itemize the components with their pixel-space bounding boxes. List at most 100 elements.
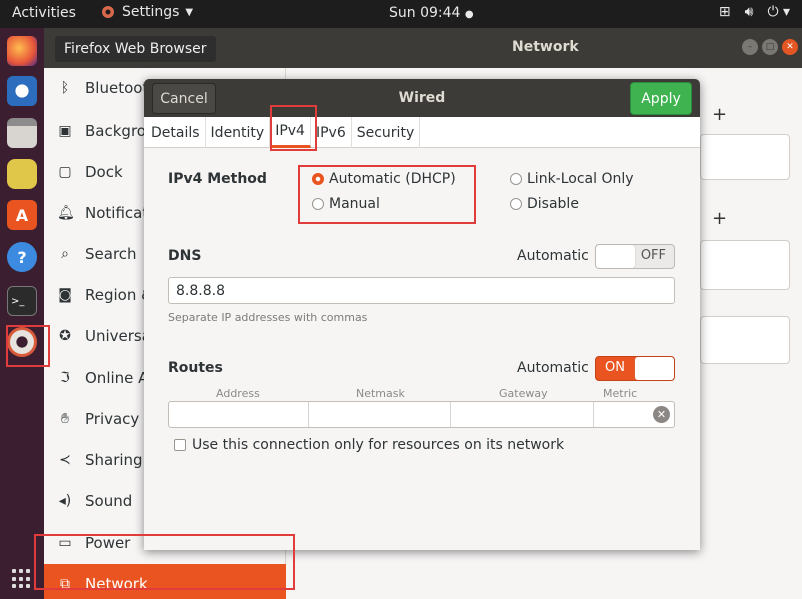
dock: A ? >_ — [0, 28, 44, 599]
add-vpn-icon[interactable]: + — [712, 208, 727, 229]
volume-icon: 🔊︎ — [744, 4, 754, 20]
route-netmask-input[interactable] — [309, 402, 451, 427]
sidebar-item-label: Power — [85, 534, 131, 552]
settings-icon[interactable] — [7, 327, 37, 357]
apply-button[interactable]: Apply — [630, 82, 692, 115]
dns-input[interactable]: 8.8.8.8 — [168, 277, 675, 304]
minimize-icon[interactable]: – — [742, 39, 758, 55]
files-icon[interactable] — [7, 118, 37, 148]
wired-dialog: Cancel Wired Apply Details Identity IPv4… — [144, 79, 700, 550]
software-icon[interactable]: A — [7, 200, 37, 230]
maximize-icon[interactable]: □ — [762, 39, 778, 55]
column-header-gateway: Gateway — [499, 387, 548, 400]
radio-link-local-only[interactable]: Link-Local Only — [510, 171, 634, 187]
dock-icon: ▢ — [58, 164, 72, 180]
clock[interactable]: Sun 09:44 ● — [389, 5, 474, 21]
notification-dot-icon: ● — [464, 9, 474, 20]
route-metric-input[interactable] — [594, 402, 649, 427]
sidebar-item-label: Dock — [85, 163, 123, 181]
power-icon: ⏻ ▾ — [767, 4, 790, 20]
dns-label: DNS — [168, 248, 202, 264]
settings-title: Network — [512, 39, 579, 55]
tab-ipv4[interactable]: IPv4 — [270, 117, 311, 148]
column-header-address: Address — [216, 387, 260, 400]
checkbox-label: Use this connection only for resources o… — [192, 437, 565, 453]
delete-route-icon[interactable]: ✕ — [653, 406, 670, 423]
sound-icon: ◂) — [58, 493, 72, 509]
routes-label: Routes — [168, 360, 223, 376]
toggle-knob — [635, 357, 674, 380]
app-menu-label: Settings — [122, 4, 180, 20]
sidebar-item-label: Network — [85, 575, 148, 593]
sidebar-item-label: Notificat — [85, 204, 149, 222]
close-icon[interactable]: ✕ — [782, 39, 798, 55]
dns-hint: Separate IP addresses with commas — [168, 311, 368, 324]
vpn-card[interactable] — [700, 240, 790, 290]
routes-automatic-toggle[interactable]: ON — [595, 356, 675, 381]
share-icon: ≺ — [59, 452, 71, 468]
radio-unselected-icon — [510, 198, 522, 210]
chevron-down-icon: ▼ — [185, 6, 194, 18]
radio-disable[interactable]: Disable — [510, 196, 579, 212]
radio-selected-icon — [312, 173, 324, 185]
sidebar-item-label: Universa — [85, 327, 151, 345]
power-icon: ▭ — [58, 535, 72, 551]
sidebar-item-label: Sound — [85, 492, 133, 510]
checkbox-icon — [174, 439, 186, 451]
radio-label: Manual — [329, 196, 380, 212]
bluetooth-icon: ᛒ — [60, 80, 70, 96]
tab-ipv6[interactable]: IPv6 — [311, 117, 352, 148]
app-menu[interactable]: Settings ▼ — [100, 4, 193, 20]
tab-security[interactable]: Security — [352, 117, 421, 148]
radio-automatic-dhcp[interactable]: Automatic (DHCP) — [312, 171, 456, 187]
dialog-header: Cancel Wired Apply — [144, 79, 700, 117]
tab-identity[interactable]: Identity — [206, 117, 271, 148]
ipv4-method-label: IPv4 Method — [168, 171, 267, 187]
route-address-input[interactable] — [169, 402, 309, 427]
tab-details[interactable]: Details — [146, 117, 206, 148]
settings-gear-icon — [102, 6, 114, 18]
dock-tooltip: Firefox Web Browser — [55, 36, 216, 62]
privacy-icon: ✋︎ — [61, 411, 69, 427]
sidebar-item-label: Privacy — [85, 410, 140, 428]
search-icon: ⌕ — [61, 246, 69, 262]
connection-card[interactable] — [700, 134, 790, 180]
toggle-state: ON — [605, 360, 625, 375]
toggle-state: OFF — [640, 248, 666, 263]
radio-label: Link-Local Only — [527, 171, 634, 187]
column-header-netmask: Netmask — [356, 387, 405, 400]
radio-unselected-icon — [510, 173, 522, 185]
thunderbird-icon[interactable] — [7, 76, 37, 106]
window-controls: – □ ✕ — [742, 39, 798, 55]
network-icon: ⧉ — [60, 576, 70, 592]
background-icon: ▣ — [58, 123, 72, 139]
firefox-icon[interactable] — [7, 36, 37, 66]
activities-button[interactable]: Activities — [12, 5, 76, 21]
sidebar-item-network[interactable]: ⧉ Network — [44, 564, 286, 599]
bell-icon: 🔔︎ — [57, 205, 75, 221]
region-icon: ◙ — [58, 287, 72, 303]
radio-manual[interactable]: Manual — [312, 196, 380, 212]
dns-automatic-toggle[interactable]: OFF — [595, 244, 675, 269]
clock-text: Sun 09:44 — [389, 5, 461, 21]
only-local-checkbox[interactable]: Use this connection only for resources o… — [174, 437, 564, 453]
route-gateway-input[interactable] — [451, 402, 594, 427]
system-tray[interactable]: ⊞ 🔊︎ ⏻ ▾ — [719, 4, 790, 20]
top-bar: Activities Settings ▼ Sun 09:44 ● ⊞ 🔊︎ ⏻… — [0, 0, 802, 28]
routes-automatic-label: Automatic — [517, 360, 589, 376]
sidebar-item-label: Region & — [85, 286, 153, 304]
radio-label: Automatic (DHCP) — [329, 171, 456, 187]
proxy-card[interactable] — [700, 316, 790, 364]
show-applications-icon[interactable] — [12, 569, 32, 589]
sidebar-item-label: Search — [85, 245, 137, 263]
dialog-title: Wired — [398, 90, 446, 106]
radio-label: Disable — [527, 196, 579, 212]
radio-unselected-icon — [312, 198, 324, 210]
help-icon[interactable]: ? — [7, 242, 37, 272]
routes-row — [168, 401, 675, 428]
column-header-metric: Metric — [603, 387, 638, 400]
toggle-knob — [596, 245, 635, 268]
add-connection-icon[interactable]: + — [712, 104, 727, 125]
terminal-icon[interactable]: >_ — [7, 286, 37, 316]
rhythmbox-icon[interactable] — [7, 159, 37, 189]
